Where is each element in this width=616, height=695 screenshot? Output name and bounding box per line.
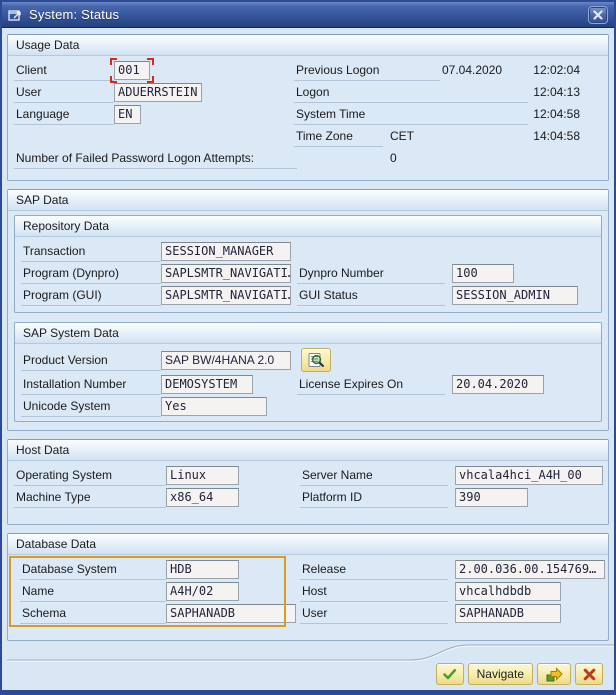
language-field[interactable]: EN <box>114 105 141 124</box>
sap-data-header: SAP Data <box>8 190 608 211</box>
operating-system-row: Operating System Linux Server Name vhcal… <box>14 464 602 486</box>
database-user-label: User <box>300 603 448 624</box>
server-name-field[interactable]: vhcala4hci_A4H_00 <box>455 466 603 485</box>
unicode-system-label: Unicode System <box>21 396 161 417</box>
schema-label: Schema <box>20 603 166 624</box>
database-data-header: Database Data <box>8 534 608 555</box>
dialog-title: System: Status <box>29 7 119 22</box>
user-row: User ADUERRSTEIN Logon 12:04:13 <box>14 81 602 103</box>
program-dynpro-field[interactable]: SAPLSMTR_NAVIGATI… <box>161 264 291 283</box>
database-host-label: Host <box>300 581 448 602</box>
product-version-label: Product Version <box>21 350 161 371</box>
sap-system-data-group: SAP System Data Product Version SAP BW/4… <box>14 322 602 422</box>
database-system-field[interactable]: HDB <box>166 560 239 579</box>
footer: Navigate <box>7 641 609 692</box>
system-time-label: System Time <box>294 104 528 125</box>
failed-attempts-label: Number of Failed Password Logon Attempts… <box>14 148 297 169</box>
gui-status-field[interactable]: SESSION_ADMIN <box>452 286 578 305</box>
cancel-x-icon[interactable] <box>575 663 603 685</box>
release-label: Release <box>300 559 448 580</box>
footer-separator <box>7 641 616 663</box>
time-zone-time: 14:04:58 <box>533 129 580 143</box>
user-field[interactable]: ADUERRSTEIN <box>114 83 202 102</box>
dialog-buttons: Navigate <box>7 663 609 685</box>
database-user-field[interactable]: SAPHANADB <box>455 604 561 623</box>
system-status-dialog: System: Status Usage Data Client 001 Pre… <box>0 0 616 695</box>
program-dynpro-label: Program (Dynpro) <box>21 263 161 284</box>
machine-type-label: Machine Type <box>14 487 166 508</box>
sap-data-group: SAP Data Repository Data Transaction SES… <box>7 189 609 431</box>
installation-number-field[interactable]: DEMOSYSTEM <box>161 375 253 394</box>
schema-field[interactable]: SAPHANADB <box>166 604 296 623</box>
unicode-system-row: Unicode System Yes <box>21 395 595 417</box>
client-label: Client <box>14 60 114 81</box>
failed-attempts-value: 0 <box>390 151 397 165</box>
language-label: Language <box>14 104 114 125</box>
database-data-group: Database Data Database System HDB Releas… <box>7 533 609 641</box>
navigate-button[interactable]: Navigate <box>468 663 533 685</box>
time-zone-value: CET <box>390 129 414 143</box>
usage-data-group: Usage Data Client 001 Previous Logon 07.… <box>7 34 609 181</box>
dynpro-number-field[interactable]: 100 <box>452 264 514 283</box>
user-label: User <box>14 82 114 103</box>
previous-logon-date: 07.04.2020 <box>440 63 520 77</box>
transaction-row: Transaction SESSION_MANAGER <box>21 240 595 262</box>
program-gui-row: Program (GUI) SAPLSMTR_NAVIGATI… GUI Sta… <box>21 284 595 306</box>
client-row: Client 001 Previous Logon 07.04.2020 12:… <box>14 59 602 81</box>
license-expires-label: License Expires On <box>297 374 445 395</box>
machine-type-row: Machine Type x86_64 Platform ID 390 <box>14 486 602 508</box>
previous-logon-time: 12:02:04 <box>533 63 580 77</box>
display-details-icon[interactable] <box>301 348 331 372</box>
database-system-label: Database System <box>20 559 166 580</box>
focused-field-marker: 001 <box>114 61 150 80</box>
database-name-row: Name A4H/02 Host vhcalhdbdb <box>14 580 602 602</box>
unicode-system-field[interactable]: Yes <box>161 397 267 416</box>
time-zone-row: Time Zone CET 14:04:58 <box>14 125 602 147</box>
repository-data-group: Repository Data Transaction SESSION_MANA… <box>14 215 602 313</box>
host-data-group: Host Data Operating System Linux Server … <box>7 439 609 525</box>
operating-system-label: Operating System <box>14 465 166 486</box>
system-time-value: 12:04:58 <box>533 107 580 121</box>
program-gui-label: Program (GUI) <box>21 285 161 306</box>
database-system-row: Database System HDB Release 2.00.036.00.… <box>14 558 602 580</box>
failed-attempts-row: Number of Failed Password Logon Attempts… <box>14 147 602 169</box>
logon-time: 12:04:13 <box>533 85 580 99</box>
product-version-field[interactable]: SAP BW/4HANA 2.0 <box>161 351 291 370</box>
machine-type-field[interactable]: x86_64 <box>166 488 239 507</box>
transaction-field[interactable]: SESSION_MANAGER <box>161 242 291 261</box>
logon-label: Logon <box>294 82 528 103</box>
schema-row: Schema SAPHANADB User SAPHANADB <box>14 602 602 624</box>
platform-id-field[interactable]: 390 <box>455 488 528 507</box>
client-field[interactable]: 001 <box>114 61 150 80</box>
close-icon[interactable] <box>588 6 608 24</box>
exit-arrow-icon[interactable] <box>537 663 571 685</box>
database-name-label: Name <box>20 581 166 602</box>
platform-id-label: Platform ID <box>300 487 448 508</box>
time-zone-label: Time Zone <box>294 126 383 147</box>
host-data-header: Host Data <box>8 440 608 461</box>
program-gui-field[interactable]: SAPLSMTR_NAVIGATI… <box>161 286 291 305</box>
installation-number-row: Installation Number DEMOSYSTEM License E… <box>21 373 595 395</box>
server-name-label: Server Name <box>300 465 448 486</box>
operating-system-field[interactable]: Linux <box>166 466 239 485</box>
dialog-window-icon <box>8 8 23 22</box>
sap-system-data-header: SAP System Data <box>15 323 601 344</box>
repository-data-header: Repository Data <box>15 216 601 237</box>
license-expires-field[interactable]: 20.04.2020 <box>452 375 544 394</box>
previous-logon-label: Previous Logon <box>294 60 440 81</box>
installation-number-label: Installation Number <box>21 374 161 395</box>
usage-data-header: Usage Data <box>8 35 608 56</box>
product-version-row: Product Version SAP BW/4HANA 2.0 <box>21 347 595 373</box>
database-host-field[interactable]: vhcalhdbdb <box>455 582 561 601</box>
dialog-body: Usage Data Client 001 Previous Logon 07.… <box>2 28 614 692</box>
transaction-label: Transaction <box>21 241 161 262</box>
program-dynpro-row: Program (Dynpro) SAPLSMTR_NAVIGATI… Dynp… <box>21 262 595 284</box>
database-name-field[interactable]: A4H/02 <box>166 582 239 601</box>
release-field[interactable]: 2.00.036.00.154769… <box>455 560 605 579</box>
dynpro-number-label: Dynpro Number <box>297 263 445 284</box>
continue-check-icon[interactable] <box>436 663 464 685</box>
language-row: Language EN System Time 12:04:58 <box>14 103 602 125</box>
gui-status-label: GUI Status <box>297 285 445 306</box>
titlebar[interactable]: System: Status <box>2 2 614 28</box>
